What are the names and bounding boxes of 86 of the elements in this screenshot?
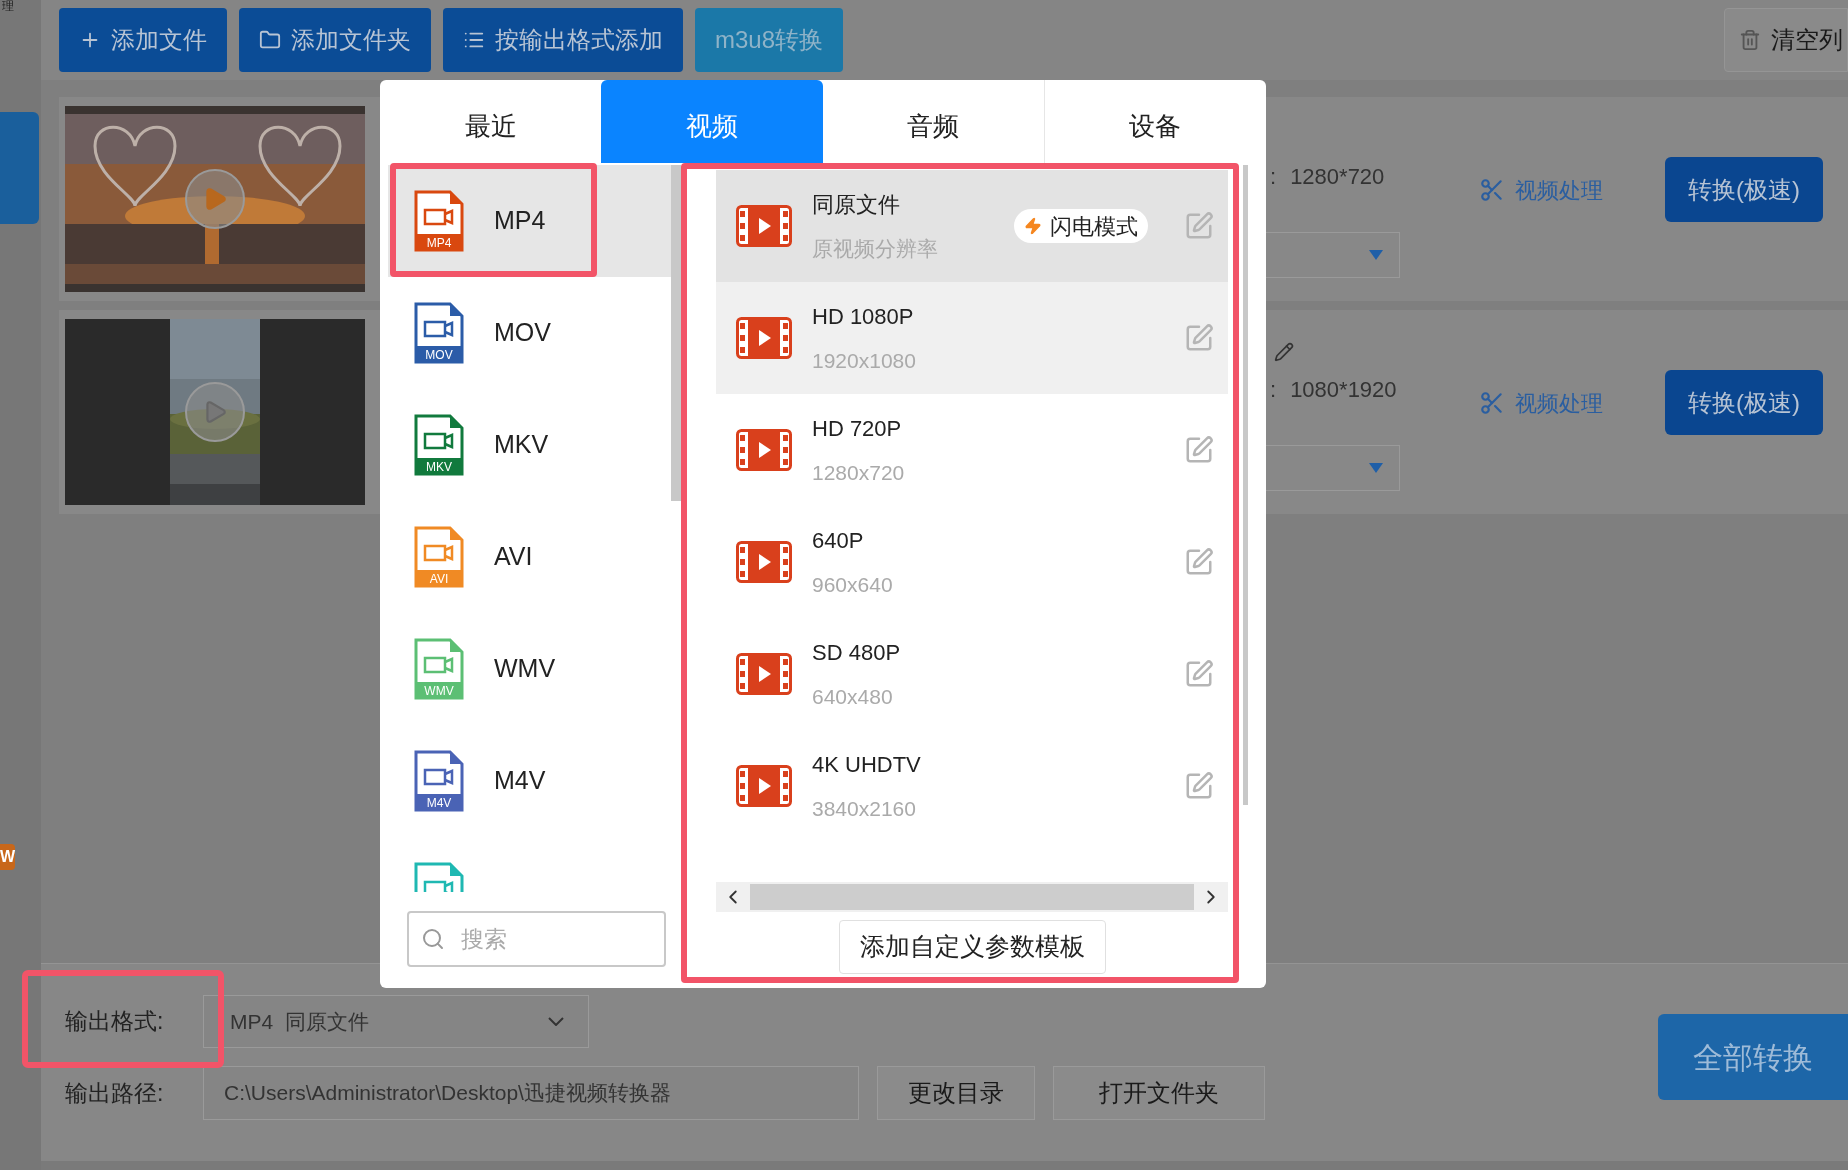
- preset-title: HD 720P: [812, 414, 903, 443]
- toolbar-button[interactable]: 添加文件: [59, 8, 227, 72]
- lightning-mode-badge: 闪电模式: [1014, 209, 1148, 243]
- caret-icon: [1369, 463, 1383, 473]
- resolution-text: 1080*1920: [1290, 375, 1397, 404]
- clear-list-button[interactable]: 清空列: [1724, 8, 1848, 72]
- preset-title: SD 480P: [812, 638, 902, 667]
- format-name: M4V: [494, 765, 546, 797]
- play-icon[interactable]: [185, 169, 245, 229]
- pencil-icon[interactable]: [1274, 340, 1294, 364]
- format-name: MKV: [494, 429, 549, 461]
- preset-item[interactable]: SD 480P 640x480: [716, 618, 1228, 730]
- open-folder-button[interactable]: 打开文件夹: [1053, 1066, 1265, 1120]
- toolbar-button[interactable]: 按输出格式添加: [443, 8, 683, 72]
- trash-icon: [1739, 29, 1761, 51]
- toolbar-button[interactable]: 添加文件夹: [239, 8, 431, 72]
- format-tab[interactable]: 视频: [601, 80, 823, 163]
- preset-resolution: 1920x1080: [812, 347, 917, 374]
- edit-icon[interactable]: [1184, 771, 1214, 801]
- file-format-icon: M4V: [414, 750, 464, 812]
- file-format-icon: MP4: [414, 190, 464, 252]
- film-icon: [736, 429, 792, 471]
- edit-icon[interactable]: [1184, 547, 1214, 577]
- edit-icon[interactable]: [1184, 435, 1214, 465]
- preset-item[interactable]: 640P 960x640: [716, 506, 1228, 618]
- film-icon: [736, 541, 792, 583]
- convert-button[interactable]: 转换(极速): [1665, 370, 1823, 435]
- scrollbar-thumb[interactable]: [671, 165, 681, 501]
- film-icon: [736, 765, 792, 807]
- film-icon: [736, 653, 792, 695]
- preset-item[interactable]: HD 1080P 1920x1080: [716, 282, 1228, 394]
- change-directory-button[interactable]: 更改目录: [877, 1066, 1035, 1120]
- field-label: :: [1270, 162, 1277, 191]
- format-tab[interactable]: 设备: [1043, 80, 1266, 163]
- play-icon[interactable]: [185, 382, 245, 442]
- format-item[interactable]: AVI AVI: [388, 501, 671, 613]
- edit-icon[interactable]: [1184, 659, 1214, 689]
- edit-icon[interactable]: [1184, 211, 1214, 241]
- preset-item[interactable]: 4K UHDTV 3840x2160: [716, 730, 1228, 842]
- preset-title: 640P: [812, 526, 865, 555]
- preset-resolution: 960x640: [812, 571, 894, 598]
- output-format-label: 输出格式:: [65, 1007, 165, 1037]
- format-tab[interactable]: 最近: [380, 80, 602, 163]
- edit-icon[interactable]: [1184, 323, 1214, 353]
- preset-item[interactable]: HD 720P 1280x720: [716, 394, 1228, 506]
- format-name: MP4: [494, 205, 546, 237]
- search-field[interactable]: 搜索: [407, 911, 666, 967]
- output-path-label: 输出路径:: [65, 1078, 165, 1108]
- format-name: MOV: [494, 317, 551, 349]
- convert-button[interactable]: 转换(极速): [1665, 157, 1823, 222]
- format-item[interactable]: WMV WMV: [388, 613, 671, 725]
- scissors-icon: [1479, 177, 1505, 203]
- film-icon: [736, 317, 792, 359]
- select-value: MP4 同原文件: [230, 1008, 370, 1035]
- scrollbar-thumb[interactable]: [1243, 165, 1248, 805]
- preset-title: HD 1080P: [812, 302, 915, 331]
- folder-icon: [259, 29, 281, 51]
- new-badge: W: [0, 844, 15, 870]
- scissors-icon: [1479, 390, 1505, 416]
- preset-resolution: 640x480: [812, 683, 894, 710]
- add-template-button[interactable]: 添加自定义参数模板: [838, 920, 1106, 974]
- search-icon: [421, 927, 445, 951]
- format-tab[interactable]: 音频: [822, 80, 1044, 163]
- preset-resolution: 3840x2160: [812, 795, 917, 822]
- preset-item[interactable]: 同原文件 原视频分辨率 闪电模式: [716, 170, 1228, 282]
- format-item[interactable]: MOV MOV: [388, 277, 671, 389]
- preset-title: 同原文件: [812, 190, 901, 219]
- file-format-icon: WMV: [414, 638, 464, 700]
- format-name: AVI: [494, 541, 533, 573]
- sidebar-text: 理: [1, 0, 15, 13]
- preset-resolution: 原视频分辨率: [812, 235, 939, 262]
- format-item[interactable]: M4V M4V: [388, 725, 671, 837]
- horizontal-scrollbar[interactable]: [716, 882, 1228, 912]
- preset-title: 4K UHDTV: [812, 750, 922, 779]
- file-format-icon: AVI: [414, 526, 464, 588]
- format-item[interactable]: MP4 MP4: [388, 165, 671, 277]
- preset-resolution: 1280x720: [812, 459, 906, 486]
- format-name: WMV: [494, 653, 556, 685]
- format-item[interactable]: MKV MKV: [388, 389, 671, 501]
- file-format-icon: MKV: [414, 414, 464, 476]
- film-icon: [736, 205, 792, 247]
- file-format-icon: MOV: [414, 302, 464, 364]
- resolution-text: 1280*720: [1290, 162, 1385, 191]
- field-label: :: [1270, 375, 1277, 404]
- caret-icon: [1369, 250, 1383, 260]
- chevron-icon: [548, 1017, 564, 1026]
